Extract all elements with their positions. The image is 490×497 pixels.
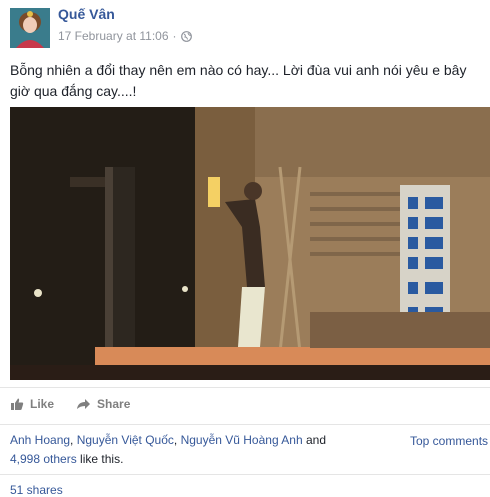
thumbs-up-icon xyxy=(11,398,24,410)
share-label: Share xyxy=(97,397,131,411)
shares-count[interactable]: 51 shares xyxy=(10,483,63,497)
divider-middle xyxy=(0,424,490,425)
likes-others-link[interactable]: 4,998 others xyxy=(10,452,77,466)
like-button[interactable]: Like xyxy=(10,397,54,411)
post-text: Bỗng nhiên a đổi thay nên em nào có hay.… xyxy=(10,62,467,99)
likes-suffix: like this. xyxy=(76,452,124,466)
divider-bottom xyxy=(0,474,490,475)
liker-1[interactable]: Anh Hoang xyxy=(10,433,70,447)
author-avatar[interactable] xyxy=(10,8,50,48)
likes-summary: Anh Hoang, Nguyễn Việt Quốc, Nguyễn Vũ H… xyxy=(10,431,360,469)
avatar-image xyxy=(10,8,50,48)
video-frame-image xyxy=(10,107,490,380)
author-name[interactable]: Quế Vân xyxy=(58,6,115,22)
share-arrow-icon xyxy=(77,399,91,409)
divider-top xyxy=(0,387,490,388)
top-comments-sort[interactable]: Top comments xyxy=(410,434,488,448)
post-actions: Like Share xyxy=(10,397,130,411)
like-label: Like xyxy=(30,397,55,411)
liker-2[interactable]: Nguyễn Việt Quốc xyxy=(77,433,174,447)
share-button[interactable]: Share xyxy=(76,397,130,411)
liker-and: and xyxy=(302,433,327,447)
public-globe-icon[interactable] xyxy=(180,30,192,42)
liker-sep-1: , xyxy=(70,433,77,447)
post-timestamp[interactable]: 17 February at 11:06 xyxy=(58,29,169,43)
video-thumbnail[interactable] xyxy=(10,107,490,380)
post-meta: 17 February at 11:06 · xyxy=(58,29,192,43)
meta-separator: · xyxy=(172,29,177,43)
liker-3[interactable]: Nguyễn Vũ Hoàng Anh xyxy=(181,433,303,447)
facebook-post: Quế Vân 17 February at 11:06 · Bỗng nhiê… xyxy=(0,0,490,497)
liker-sep-2: , xyxy=(173,433,181,447)
